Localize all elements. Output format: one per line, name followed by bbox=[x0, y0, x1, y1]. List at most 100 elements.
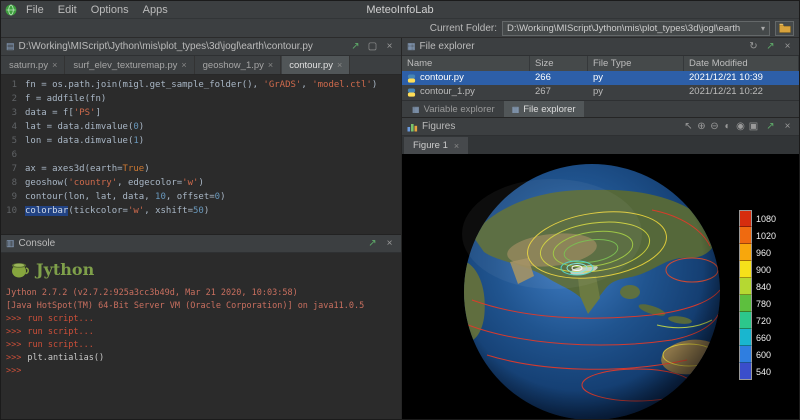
console-entry: >>>run script... bbox=[6, 326, 396, 339]
current-folder-combobox[interactable]: D:\Working\MIScript\Jython\mis\plot_type… bbox=[502, 21, 770, 36]
code-segment: fn = os.path.join(migl.get_sample_folder… bbox=[25, 80, 263, 90]
code-segment: ) bbox=[372, 80, 377, 90]
close-icon[interactable]: × bbox=[383, 39, 396, 55]
editor-tabbar: saturn.py×surf_elev_texturemap.py×geosho… bbox=[1, 56, 401, 75]
meteoinfolab-window: FileEditOptionsApps MeteoInfoLab Current… bbox=[0, 0, 800, 420]
editor-tab-geoshow_1.py[interactable]: geoshow_1.py× bbox=[196, 56, 282, 74]
python-file-icon bbox=[407, 88, 416, 97]
select-icon[interactable]: ↖ bbox=[682, 119, 695, 135]
code-segment: lon = data.dimvalue( bbox=[25, 136, 133, 146]
file-modified: 2021/12/21 10:22 bbox=[684, 85, 799, 99]
full-extent-icon[interactable]: ▣ bbox=[747, 119, 760, 135]
tab-label: Variable explorer bbox=[424, 104, 495, 115]
editor-tab-contour.py[interactable]: contour.py× bbox=[282, 56, 350, 74]
menu-file[interactable]: File bbox=[19, 1, 51, 19]
main-area: ▤ D:\Working\MIScript\Jython\mis\plot_ty… bbox=[1, 38, 799, 419]
code-line-content: colorbar(tickcolor='w', xshift=50) bbox=[25, 204, 209, 218]
code-segment: , xshift= bbox=[144, 206, 193, 216]
jython-cup-icon bbox=[9, 258, 31, 280]
menu-edit[interactable]: Edit bbox=[51, 1, 84, 19]
file-name: contour.py bbox=[420, 71, 464, 85]
maximize-icon[interactable]: ▢ bbox=[366, 39, 379, 55]
figure-canvas[interactable]: 10801020960900840780720660600540 bbox=[402, 154, 799, 419]
tab-close-icon[interactable]: × bbox=[181, 60, 186, 70]
code-segment: f = addfile(fn) bbox=[25, 94, 106, 104]
code-line-content: data = f['PS'] bbox=[25, 106, 101, 120]
tab-close-icon[interactable]: × bbox=[454, 141, 459, 151]
undock-icon[interactable]: ↗ bbox=[764, 119, 777, 135]
console-command: plt.antialias() bbox=[27, 352, 104, 365]
colorbar-segment: 720 bbox=[739, 312, 776, 329]
zoom-out-icon[interactable]: ⊖ bbox=[708, 119, 721, 135]
undock-icon[interactable]: ↗ bbox=[349, 39, 362, 55]
console-prompt: >>> bbox=[6, 313, 21, 326]
console-prompt: >>> bbox=[6, 352, 21, 365]
app-logo-icon bbox=[5, 4, 17, 16]
tab-close-icon[interactable]: × bbox=[52, 60, 57, 70]
file-name-cell: contour_1.py bbox=[402, 85, 530, 99]
figures-title: Figures bbox=[422, 121, 455, 132]
identify-icon[interactable]: ◉ bbox=[734, 119, 747, 135]
explorer-icon: ▦ bbox=[407, 41, 416, 52]
colorbar-swatch bbox=[739, 329, 752, 346]
editor-tab-surf_elev_texturemap.py[interactable]: surf_elev_texturemap.py× bbox=[66, 56, 194, 74]
console-entry: >>> bbox=[6, 365, 396, 378]
colorbar-swatch bbox=[739, 227, 752, 244]
close-icon[interactable]: × bbox=[383, 236, 396, 252]
code-segment: 10 bbox=[155, 192, 166, 202]
menubar: FileEditOptionsApps bbox=[19, 1, 175, 19]
file-explorer-header: ▦ File explorer ↻ ↗ × bbox=[402, 38, 799, 56]
tab-file-explorer[interactable]: ▦File explorer bbox=[504, 101, 584, 117]
console-entry: >>>run script... bbox=[6, 339, 396, 352]
file-table-header: NameSizeFile TypeDate Modified bbox=[402, 56, 799, 71]
menu-apps[interactable]: Apps bbox=[136, 1, 175, 19]
code-segment: contour(lon, lat, data, bbox=[25, 192, 155, 202]
table-row[interactable]: contour.py266py2021/12/21 10:39 bbox=[402, 71, 799, 85]
code-segment: colorbar bbox=[25, 206, 68, 216]
code-editor[interactable]: 1fn = os.path.join(migl.get_sample_folde… bbox=[1, 75, 401, 234]
code-segment: ) bbox=[204, 206, 209, 216]
tab-label: File explorer bbox=[523, 104, 575, 115]
tab-variable-explorer[interactable]: ▦Variable explorer bbox=[404, 101, 503, 117]
colorbar-swatch bbox=[739, 244, 752, 261]
close-icon[interactable]: × bbox=[781, 119, 794, 135]
console-output[interactable]: Jython Jython 2.7.2 (v2.7.2:925a3cc3b49d… bbox=[1, 253, 401, 419]
menu-options[interactable]: Options bbox=[84, 1, 136, 19]
code-segment: , bbox=[301, 80, 312, 90]
tab-close-icon[interactable]: × bbox=[268, 60, 273, 70]
browse-folder-button[interactable] bbox=[775, 21, 794, 36]
code-segment: (tickcolor= bbox=[68, 206, 128, 216]
line-number: 3 bbox=[1, 106, 25, 120]
column-header-size[interactable]: Size bbox=[530, 56, 588, 71]
explorer-tabs: ▦Variable explorer▦File explorer bbox=[402, 100, 799, 117]
column-header-file-type[interactable]: File Type bbox=[588, 56, 684, 71]
close-icon[interactable]: × bbox=[781, 39, 794, 55]
editor-panel-header: ▤ D:\Working\MIScript\Jython\mis\plot_ty… bbox=[1, 38, 401, 56]
undock-icon[interactable]: ↗ bbox=[366, 236, 379, 252]
tab-close-icon[interactable]: × bbox=[337, 60, 342, 70]
colorbar-label: 900 bbox=[752, 265, 771, 275]
colorbar-swatch bbox=[739, 295, 752, 312]
table-row[interactable]: contour_1.py267py2021/12/21 10:22 bbox=[402, 85, 799, 99]
colorbar-label: 660 bbox=[752, 333, 771, 343]
undock-icon[interactable]: ↗ bbox=[764, 39, 777, 55]
file-explorer-title: File explorer bbox=[420, 41, 475, 52]
zoom-in-icon[interactable]: ⊕ bbox=[695, 119, 708, 135]
code-line-content: f = addfile(fn) bbox=[25, 92, 106, 106]
file-name: contour_1.py bbox=[420, 85, 475, 99]
line-number: 6 bbox=[1, 148, 25, 162]
refresh-icon[interactable]: ↻ bbox=[747, 39, 760, 55]
editor-tab-saturn.py[interactable]: saturn.py× bbox=[2, 56, 65, 74]
grid-icon: ▦ bbox=[512, 105, 520, 114]
rotate-icon[interactable]: ◐ bbox=[721, 119, 734, 135]
chevron-down-icon[interactable]: ▾ bbox=[758, 24, 765, 33]
file-size: 266 bbox=[530, 71, 588, 85]
column-header-date-modified[interactable]: Date Modified bbox=[684, 56, 799, 71]
current-folder-path: D:\Working\MIScript\Jython\mis\plot_type… bbox=[507, 23, 758, 34]
jython-logo: Jython bbox=[9, 258, 396, 280]
colorbar-segment: 780 bbox=[739, 295, 776, 312]
code-segment: , edgecolor= bbox=[117, 178, 182, 188]
figure-tab[interactable]: Figure 1 × bbox=[404, 137, 468, 154]
column-header-name[interactable]: Name bbox=[402, 56, 530, 71]
console-command: run script... bbox=[27, 339, 94, 352]
